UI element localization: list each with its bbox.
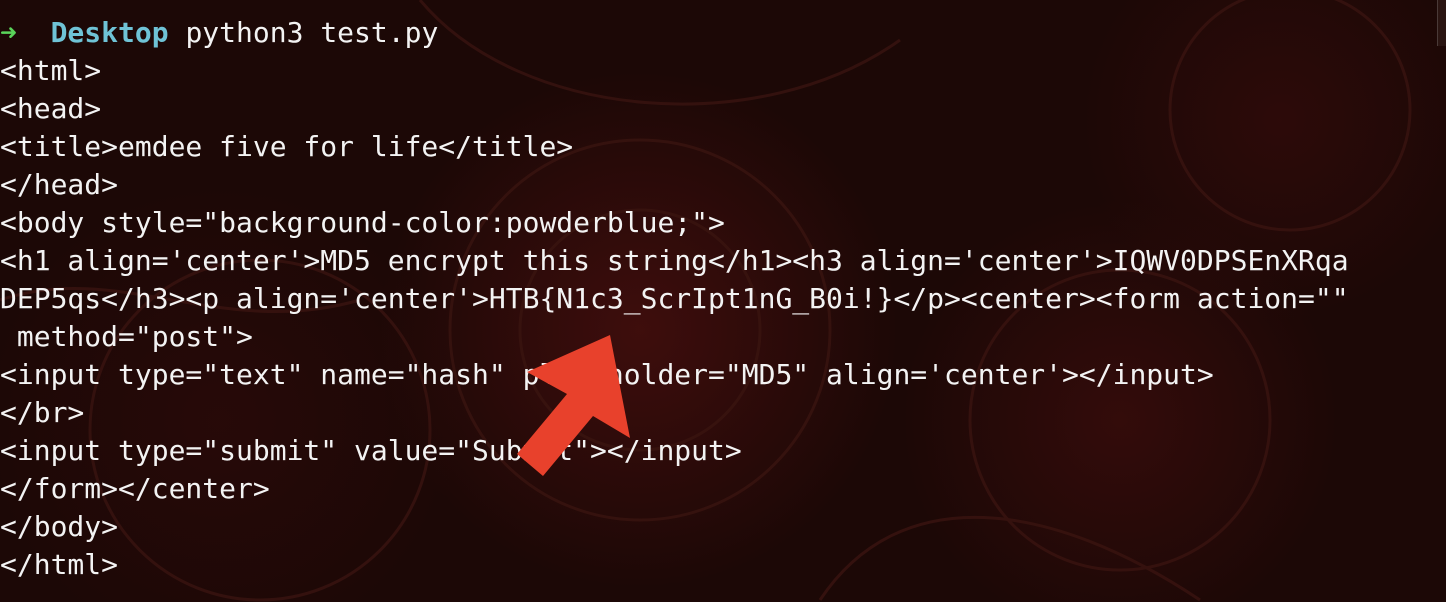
prompt-line: ➜ Desktop python3 test.py	[0, 14, 1446, 52]
output-line: </html>	[0, 548, 119, 581]
output-line: </form></center>	[0, 472, 270, 505]
output-line: <input type="submit" value="Submit"></in…	[0, 434, 742, 467]
output-line: <body style="background-color:powderblue…	[0, 206, 725, 239]
prompt-command: python3 test.py	[185, 16, 439, 49]
prompt-directory: Desktop	[50, 16, 169, 49]
output-line: <h1 align='center'>MD5 encrypt this stri…	[0, 244, 1349, 277]
output-line: <title>emdee five for life</title>	[0, 130, 574, 163]
red-pointer-arrow-icon	[517, 335, 630, 476]
output-line: <head>	[0, 92, 102, 125]
terminal-output: ➜ Desktop python3 test.py <html> <head> …	[0, 14, 1446, 584]
output-line: method="post">	[0, 320, 253, 353]
output-line: </br>	[0, 396, 85, 429]
output-line: <input type="text" name="hash" placehold…	[0, 358, 1214, 391]
output-line: DEP5qs</h3><p align='center'>HTB{N1c3_Sc…	[0, 282, 1349, 315]
prompt-arrow-icon: ➜	[0, 16, 17, 49]
output-line: <html>	[0, 54, 102, 87]
output-line: </body>	[0, 510, 119, 543]
output-line: </head>	[0, 168, 119, 201]
